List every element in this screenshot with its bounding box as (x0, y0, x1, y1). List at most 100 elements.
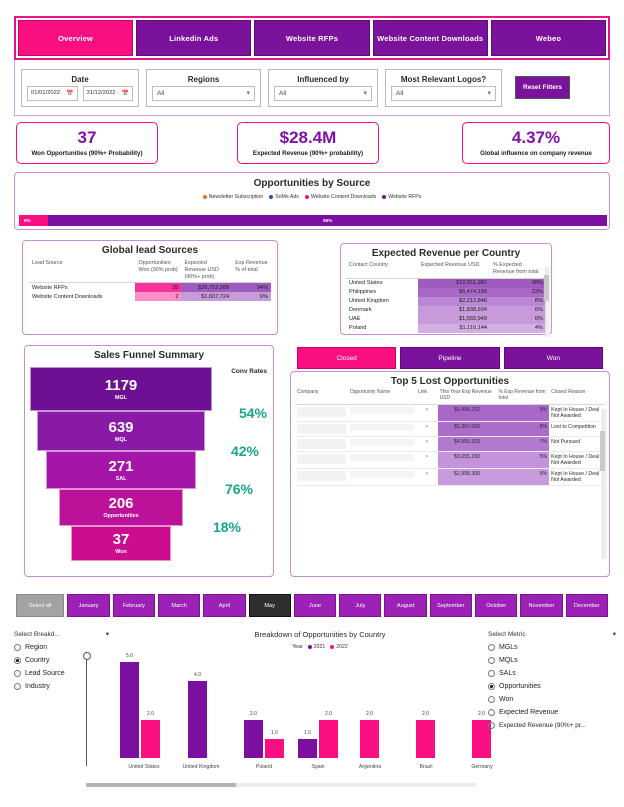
column-header-pct-exp-revenue[interactable]: % Exp Revenue from total (496, 387, 550, 405)
column-header-expected-revenue[interactable]: Expected Revenue USD (418, 260, 490, 279)
column-header-exp-revenue-pct[interactable]: Exp Revenue % of total (232, 258, 271, 284)
bar-2021[interactable]: 1.0 (298, 730, 317, 758)
cell-link[interactable]: > (415, 404, 438, 422)
month-june[interactable]: June (293, 594, 337, 617)
cell-link[interactable]: > (415, 451, 438, 469)
table-scrollbar-thumb[interactable] (600, 431, 605, 471)
legend-item[interactable]: Website Content Downloads (304, 194, 376, 200)
bar-2022[interactable]: 2.0 (360, 711, 379, 758)
column-header-link[interactable]: Link (415, 387, 438, 405)
metric-option-opportunities[interactable]: Opportunities (488, 683, 616, 690)
funnel-stage-won[interactable]: 37 Won (71, 526, 171, 561)
month-october[interactable]: October (475, 594, 518, 617)
bar-segment-website-content-downloads[interactable]: 5% (19, 215, 49, 226)
column-header-expected-revenue[interactable]: Expected Revenue USD (90%+ prob) (181, 258, 233, 284)
table-scrollbar-track[interactable] (600, 409, 607, 559)
table-row[interactable]: Website RFPs 35 $26,752,588 94% (29, 282, 271, 293)
legend-item[interactable]: SoMe Ads (269, 194, 299, 200)
date-from-input[interactable]: 01/01/2022 📅 (27, 85, 78, 101)
bar-segment-website-rfps[interactable]: 95% (48, 215, 607, 226)
status-tab-closed[interactable]: Closed (297, 347, 397, 369)
month-may[interactable]: May (248, 594, 291, 617)
column-header-lead-source[interactable]: Lead Source (29, 258, 136, 284)
legend-item[interactable]: Newsletter Subscription (202, 194, 263, 200)
reset-filters-button[interactable]: Reset Filters (515, 76, 571, 99)
status-tab-won[interactable]: Won (503, 347, 603, 369)
table-row[interactable]: UAE $1,565,949 6% (346, 314, 546, 324)
table-row[interactable]: > $5,397,600 8% Lost to Competition (295, 421, 605, 437)
chart-scrollbar-track[interactable] (86, 783, 476, 787)
metric-selector-header[interactable]: Select Metric ▾ (488, 630, 616, 639)
breakdown-option-region[interactable]: Region (14, 644, 109, 651)
logos-dropdown[interactable]: All ▾ (391, 85, 496, 101)
nav-tab-website-rfps[interactable]: Website RFPs (254, 20, 370, 56)
month-january[interactable]: January (67, 594, 110, 617)
cell-link[interactable]: > (415, 421, 438, 437)
funnel-stage-sal[interactable]: 271 SAL (46, 451, 196, 489)
month-december[interactable]: December (565, 594, 608, 617)
metric-option-expected-revenue[interactable]: Expected Revenue (488, 709, 616, 716)
table-scrollbar-track[interactable] (544, 267, 550, 337)
legend-item-2022[interactable]: 2022 (330, 644, 348, 650)
funnel-stage-mgl[interactable]: 1179 MGL (30, 367, 212, 411)
month-august[interactable]: August (384, 594, 427, 617)
funnel-stage-mql[interactable]: 639 MQL (37, 411, 205, 451)
table-scrollbar-thumb[interactable] (544, 275, 549, 301)
funnel-stage-opportunities[interactable]: 206 Opportunities (59, 489, 183, 526)
date-filter[interactable]: Date 01/01/2022 📅 31/12/2022 📅 (21, 68, 139, 107)
bar-2022[interactable]: 2.0 (416, 711, 435, 758)
table-row[interactable]: United States $10,911,982 38% (346, 278, 546, 288)
table-row[interactable]: > $4,555,103 7% Not Pursued (295, 436, 605, 452)
table-row[interactable]: Poland $1,110,144 4% (346, 323, 546, 333)
table-row[interactable]: Philippines $6,474,156 23% (346, 287, 546, 297)
table-row[interactable]: > $2,998,306 5% Kept In House / Deal Not… (295, 468, 605, 486)
column-header-company[interactable]: Company (295, 387, 348, 405)
bar-2021[interactable]: 5.0 (120, 653, 139, 758)
metric-option-mgls[interactable]: MGLs (488, 644, 616, 651)
table-row[interactable]: Website Content Downloads 2 $1,607,724 6… (29, 292, 271, 302)
bar-2021[interactable]: 2.0 (244, 711, 263, 758)
nav-tab-webeo[interactable]: Webeo (490, 20, 607, 56)
bar-2021[interactable]: 4.0 (188, 672, 207, 758)
chart-scrollbar-thumb[interactable] (86, 783, 236, 787)
influenced-by-dropdown[interactable]: All ▾ (274, 85, 372, 101)
metric-option-won[interactable]: Won (488, 696, 616, 703)
cell-link[interactable]: > (415, 468, 438, 486)
table-row[interactable]: > $5,496,292 9% Kept In House / Deal Not… (295, 404, 605, 422)
regions-dropdown[interactable]: All ▾ (152, 85, 255, 101)
month-select-all[interactable]: Select all (16, 594, 65, 617)
column-header-opportunity-name[interactable]: Opportunity Name (347, 387, 416, 405)
axis-handle[interactable] (82, 652, 91, 660)
bar-2022[interactable]: 2.0 (141, 711, 160, 758)
month-march[interactable]: March (157, 594, 201, 617)
metric-option-expected-revenue-90[interactable]: Expected Revenue (90%+ pr... (488, 722, 616, 729)
breakdown-selector-header[interactable]: Select Breakd... ▾ (14, 630, 109, 639)
nav-tab-linkedin-ads[interactable]: Linkedin Ads (136, 20, 252, 56)
column-header-contact-country[interactable]: Contact Country (346, 260, 418, 279)
nav-tab-overview[interactable]: Overview (18, 20, 134, 56)
month-november[interactable]: November (520, 594, 563, 617)
nav-tab-website-content-downloads[interactable]: Website Content Downloads (372, 20, 488, 56)
table-row[interactable]: United Kingdom $2,212,846 8% (346, 296, 546, 306)
logos-filter[interactable]: Most Relevant Logos? All ▾ (385, 68, 502, 107)
legend-item-2021[interactable]: 2021 (307, 644, 325, 650)
metric-option-sals[interactable]: SALs (488, 670, 616, 677)
column-header-this-year-exp-revenue[interactable]: This Year Exp Revenue USD (437, 387, 497, 405)
date-to-input[interactable]: 31/12/2022 📅 (82, 85, 133, 101)
month-april[interactable]: April (203, 594, 246, 617)
table-row[interactable]: Denmark $1,838,934 6% (346, 305, 546, 315)
bar-2022[interactable]: 2.0 (319, 711, 338, 758)
cell-link[interactable]: > (415, 436, 438, 452)
legend-item[interactable]: Website RFPs (382, 194, 421, 200)
column-header-closed-reason[interactable]: Closed Reason (549, 387, 605, 405)
status-tab-pipeline[interactable]: Pipeline (400, 347, 500, 369)
table-row[interactable]: > $3,055,150 5% Kept In House / Deal Not… (295, 451, 605, 469)
month-july[interactable]: July (339, 594, 382, 617)
month-september[interactable]: September (429, 594, 473, 617)
bar-2022[interactable]: 1.0 (265, 730, 284, 758)
column-header-pct-expected-revenue[interactable]: % Expected Revenue from total (490, 260, 546, 279)
month-february[interactable]: February (112, 594, 155, 617)
regions-filter[interactable]: Regions All ▾ (146, 68, 261, 107)
column-header-opportunities-won[interactable]: Opportunities Won (90% prob) (135, 258, 182, 284)
metric-option-mqls[interactable]: MQLs (488, 657, 616, 664)
